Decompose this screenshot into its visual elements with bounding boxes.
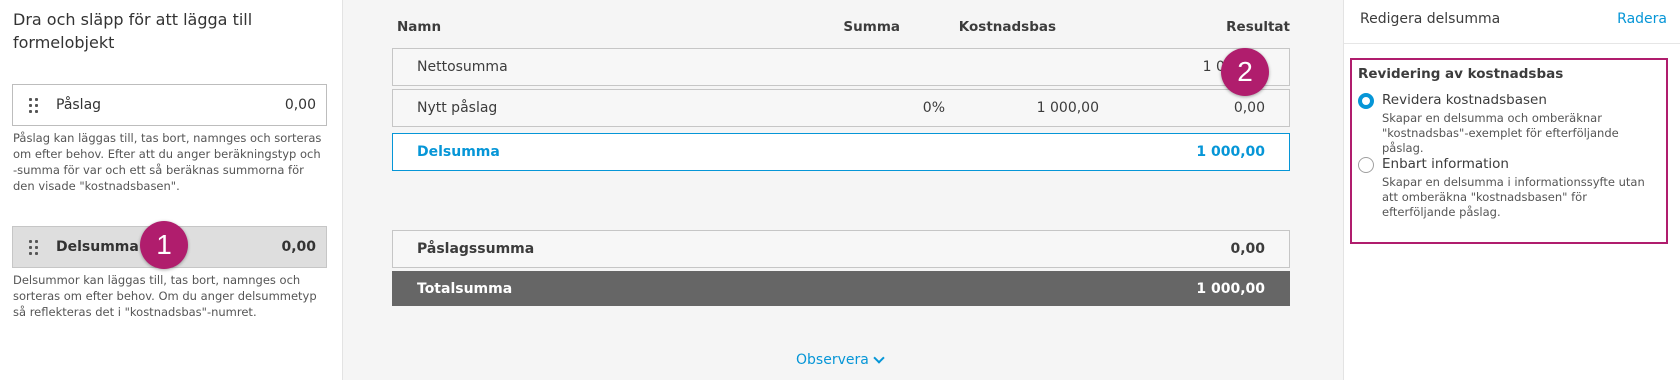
table-row-grand-total: Totalsumma 1 000,00 bbox=[392, 271, 1290, 306]
row-result: 0,00 bbox=[1230, 241, 1265, 257]
row-cost-base: 1 000,00 bbox=[1036, 100, 1099, 116]
radio-button-selected[interactable] bbox=[1358, 93, 1374, 109]
column-header-result: Resultat bbox=[1226, 19, 1290, 35]
palette-item-label: Påslag bbox=[56, 97, 102, 113]
panel-header: Redigera delsumma Radera bbox=[1344, 0, 1680, 44]
chevron-down-icon bbox=[873, 351, 885, 364]
palette-item-value: 0,00 bbox=[281, 239, 316, 255]
table-row-markup-total: Påslagssumma 0,00 bbox=[392, 230, 1290, 268]
table-row-subtotal[interactable]: Delsumma 1 000,00 bbox=[392, 133, 1290, 171]
row-name: Nettosumma bbox=[417, 59, 508, 75]
column-header-cost-base: Kostnadsbas bbox=[958, 19, 1056, 35]
row-name: Totalsumma bbox=[417, 280, 513, 297]
row-name: Delsumma bbox=[417, 144, 500, 160]
drag-handle-icon[interactable] bbox=[29, 97, 41, 113]
radio-button[interactable] bbox=[1358, 157, 1374, 173]
row-result: 0,00 bbox=[1233, 100, 1265, 116]
formula-editor: Dra och släpp för att lägga till formelo… bbox=[0, 0, 1680, 380]
formula-object-palette: Dra och släpp för att lägga till formelo… bbox=[0, 0, 343, 380]
column-header-name: Namn bbox=[397, 19, 442, 35]
column-header-sum: Summa bbox=[843, 19, 900, 35]
row-result: 1 000,00 bbox=[1196, 280, 1265, 297]
observe-label: Observera bbox=[796, 352, 869, 368]
panel-title: Redigera delsumma bbox=[1360, 11, 1501, 27]
table-row-net-total[interactable]: Nettosumma 1 000,00 bbox=[392, 48, 1290, 86]
delete-link[interactable]: Radera bbox=[1617, 11, 1667, 27]
markup-help-text: Påslag kan läggas till, tas bort, namnge… bbox=[13, 131, 322, 193]
callout-badge-1: 1 bbox=[140, 221, 188, 269]
edit-subtotal-panel: Redigera delsumma Radera Revidering av k… bbox=[1343, 0, 1680, 380]
palette-item-value: 0,00 bbox=[284, 97, 316, 113]
row-name: Nytt påslag bbox=[417, 100, 498, 116]
option-label: Enbart information bbox=[1382, 156, 1509, 172]
section-title: Revidering av kostnadsbas bbox=[1358, 66, 1564, 82]
callout-badge-2: 2 bbox=[1221, 48, 1269, 96]
row-name: Påslagssumma bbox=[417, 241, 535, 257]
palette-item-markup[interactable]: Påslag 0,00 bbox=[12, 84, 327, 126]
option-label: Revidera kostnadsbasen bbox=[1382, 92, 1547, 108]
palette-title: Dra och släpp för att lägga till formelo… bbox=[13, 10, 253, 52]
option-description: Skapar en delsumma i informationssyfte u… bbox=[1382, 175, 1645, 219]
observe-toggle[interactable]: Observera bbox=[796, 351, 885, 368]
drag-handle-icon[interactable] bbox=[29, 239, 41, 255]
formula-table: Namn Summa Kostnadsbas Resultat Nettosum… bbox=[343, 0, 1343, 380]
row-sum: 0% bbox=[922, 100, 945, 116]
subtotal-help-text: Delsummor kan läggas till, tas bort, nam… bbox=[13, 273, 317, 319]
table-row-new-markup[interactable]: Nytt påslag 0% 1 000,00 0,00 bbox=[392, 89, 1290, 127]
row-result: 1 000,00 bbox=[1196, 144, 1265, 160]
option-description: Skapar en delsumma och omberäknar "kostn… bbox=[1382, 111, 1619, 155]
